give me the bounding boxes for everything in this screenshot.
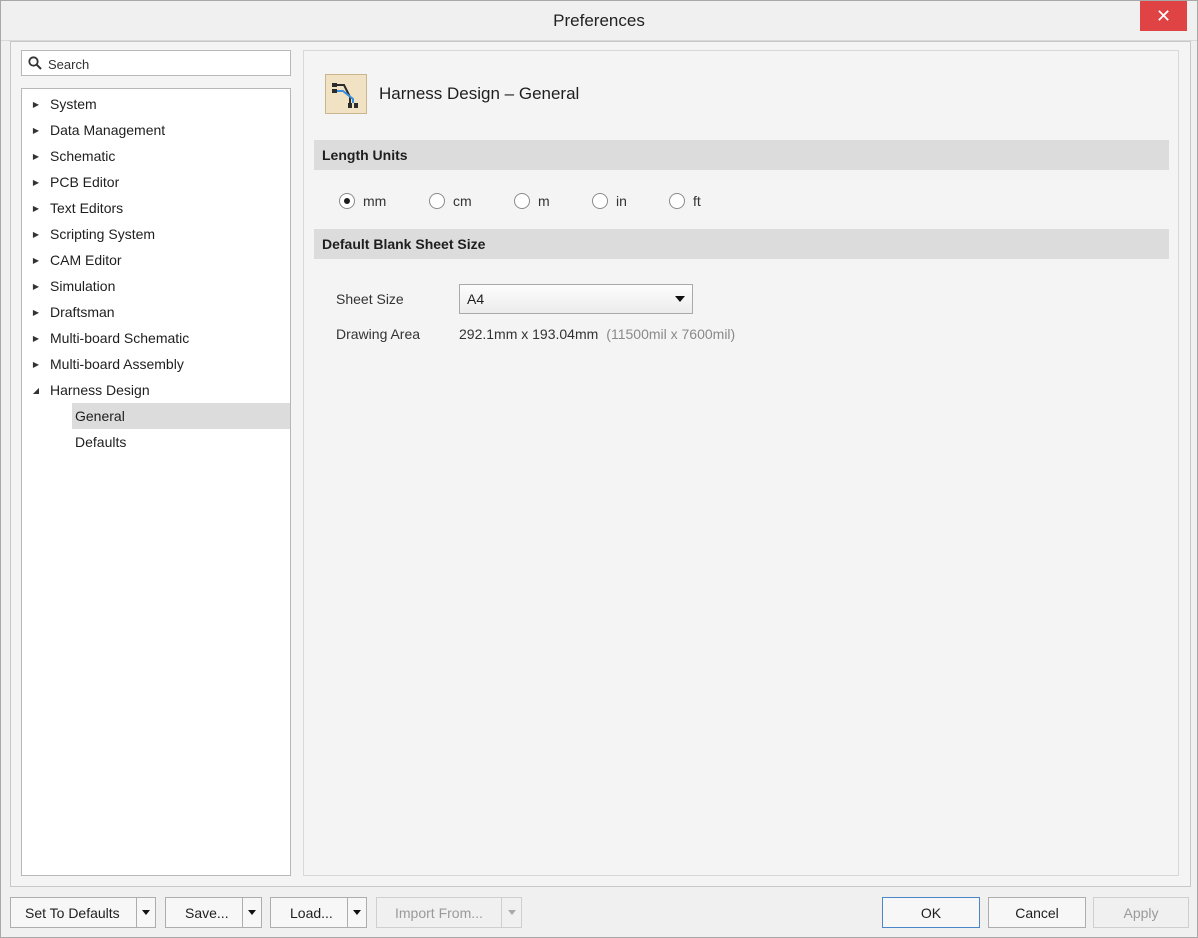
drawing-area-mm: 292.1mm x 193.04mm: [459, 326, 599, 342]
radio-label: m: [538, 193, 550, 209]
expand-arrow-icon[interactable]: ▶: [22, 100, 50, 109]
expand-arrow-icon[interactable]: ▶: [22, 360, 50, 369]
expand-arrow-icon[interactable]: ▶: [22, 282, 50, 291]
set-to-defaults-button[interactable]: Set To Defaults: [10, 897, 136, 928]
sheet-size-label: Sheet Size: [336, 291, 404, 307]
expand-arrow-icon[interactable]: ▶: [22, 126, 50, 135]
radio-unchecked-icon[interactable]: [592, 193, 608, 209]
page-title: Harness Design – General: [379, 84, 580, 103]
expand-arrow-icon[interactable]: ▶: [22, 204, 50, 213]
tree-item-simulation[interactable]: ▶ Simulation: [22, 273, 290, 299]
radio-cm[interactable]: cm: [429, 193, 472, 209]
tree-item-pcb-editor[interactable]: ▶ PCB Editor: [22, 169, 290, 195]
tree-item-data-management[interactable]: ▶ Data Management: [22, 117, 290, 143]
radio-label: ft: [693, 193, 701, 209]
harness-design-icon: [325, 74, 367, 114]
tree-item-cam-editor[interactable]: ▶ CAM Editor: [22, 247, 290, 273]
dialog-body: ▶ System ▶ Data Management ▶ Schematic ▶…: [10, 41, 1191, 887]
radio-ft[interactable]: ft: [669, 193, 701, 209]
tree-item-label: Harness Design: [50, 382, 150, 398]
tree-item-harness-defaults[interactable]: Defaults: [72, 429, 290, 455]
tree-item-label: Draftsman: [50, 304, 115, 320]
load-dropdown[interactable]: [347, 897, 367, 928]
drawing-area-value: 292.1mm x 193.04mm (11500mil x 7600mil): [459, 326, 735, 342]
tree-item-label: Multi-board Assembly: [50, 356, 184, 372]
tree-item-multi-board-schematic[interactable]: ▶ Multi-board Schematic: [22, 325, 290, 351]
tree-item-harness-general[interactable]: General: [72, 403, 290, 429]
expand-arrow-icon[interactable]: ▶: [22, 256, 50, 265]
tree-item-label: Multi-board Schematic: [50, 330, 190, 346]
import-from-button[interactable]: Import From...: [376, 897, 501, 928]
chevron-down-icon: [248, 910, 256, 915]
radio-label: mm: [363, 193, 387, 209]
tree-item-multi-board-assembly[interactable]: ▶ Multi-board Assembly: [22, 351, 290, 377]
radio-unchecked-icon[interactable]: [514, 193, 530, 209]
tree-item-system[interactable]: ▶ System: [22, 91, 290, 117]
apply-button[interactable]: Apply: [1093, 897, 1189, 928]
ok-button[interactable]: OK: [882, 897, 980, 928]
radio-label: in: [616, 193, 627, 209]
tree-item-label: System: [50, 96, 97, 112]
save-dropdown[interactable]: [242, 897, 262, 928]
set-to-defaults-dropdown[interactable]: [136, 897, 156, 928]
window-title: Preferences: [553, 11, 645, 30]
search-input[interactable]: [46, 54, 290, 74]
length-units-header: Length Units: [314, 140, 1169, 170]
expand-arrow-icon[interactable]: ▶: [22, 334, 50, 343]
expand-arrow-icon[interactable]: ▶: [22, 152, 50, 161]
radio-label: cm: [453, 193, 472, 209]
radio-mm[interactable]: mm: [339, 193, 386, 209]
close-button[interactable]: ✕: [1140, 1, 1187, 31]
sheet-size-header: Default Blank Sheet Size: [314, 229, 1169, 259]
save-button[interactable]: Save...: [165, 897, 242, 928]
tree-item-label: CAM Editor: [50, 252, 122, 268]
collapse-arrow-icon[interactable]: ◢: [22, 386, 50, 395]
sheet-size-select[interactable]: A4: [459, 284, 693, 314]
tree-item-label: Schematic: [50, 148, 116, 164]
search-icon: [28, 56, 42, 70]
radio-unchecked-icon[interactable]: [669, 193, 685, 209]
close-icon: ✕: [1155, 5, 1172, 26]
tree-item-label: Text Editors: [50, 200, 124, 216]
tree-item-label: Data Management: [50, 122, 166, 138]
radio-m[interactable]: m: [514, 193, 550, 209]
cancel-button[interactable]: Cancel: [988, 897, 1086, 928]
tree-item-label: Simulation: [50, 278, 116, 294]
tree-item-draftsman[interactable]: ▶ Draftsman: [22, 299, 290, 325]
load-button[interactable]: Load...: [270, 897, 347, 928]
radio-in[interactable]: in: [592, 193, 627, 209]
radio-unchecked-icon[interactable]: [429, 193, 445, 209]
expand-arrow-icon[interactable]: ▶: [22, 230, 50, 239]
tree-item-harness-design[interactable]: ◢ Harness Design: [22, 377, 290, 403]
title-bar[interactable]: Preferences ✕: [1, 1, 1197, 41]
tree-item-label: General: [75, 408, 125, 424]
tree-item-schematic[interactable]: ▶ Schematic: [22, 143, 290, 169]
tree-item-scripting-system[interactable]: ▶ Scripting System: [22, 221, 290, 247]
radio-checked-icon[interactable]: [339, 193, 355, 209]
chevron-down-icon: [507, 910, 516, 915]
expand-arrow-icon[interactable]: ▶: [22, 308, 50, 317]
tree-item-label: Scripting System: [50, 226, 156, 242]
import-from-dropdown[interactable]: [501, 897, 522, 928]
drawing-area-mil: (11500mil x 7600mil): [606, 326, 736, 342]
category-tree[interactable]: ▶ System ▶ Data Management ▶ Schematic ▶…: [21, 88, 291, 876]
settings-content: Harness Design – General Length Units mm…: [303, 50, 1179, 876]
chevron-down-icon: [675, 296, 685, 302]
sheet-size-value: A4: [467, 291, 485, 307]
preferences-window: Preferences ✕ ▶ System ▶ Data Management: [0, 0, 1198, 938]
drawing-area-label: Drawing Area: [336, 326, 421, 342]
tree-item-text-editors[interactable]: ▶ Text Editors: [22, 195, 290, 221]
tree-item-label: Defaults: [75, 434, 127, 450]
chevron-down-icon: [142, 910, 150, 915]
tree-item-label: PCB Editor: [50, 174, 120, 190]
expand-arrow-icon[interactable]: ▶: [22, 178, 50, 187]
search-box[interactable]: [21, 50, 291, 76]
chevron-down-icon: [353, 910, 361, 915]
